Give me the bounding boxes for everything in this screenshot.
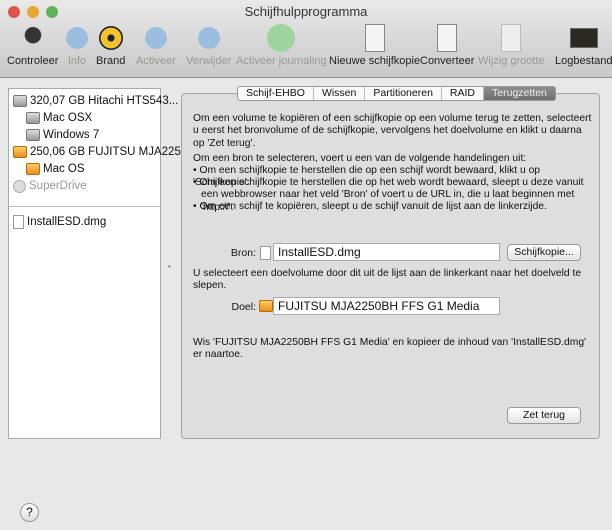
bullet-3: • Om een schijf te kopiëren, sleept u de… (193, 201, 547, 212)
info-icon (66, 27, 88, 49)
volume-icon (26, 129, 40, 141)
restore-button[interactable]: Zet terug (507, 407, 581, 424)
toolbar-logbestand[interactable]: Logbestand (555, 24, 612, 67)
toolbar-activeer-journaling[interactable]: Activeer journaling (236, 24, 327, 67)
optical-drive-icon (13, 179, 26, 193)
splitter-handle[interactable]: • (168, 262, 171, 271)
external-disk-icon (13, 146, 27, 158)
toolbar-wijzig-grootte[interactable]: Wijzig grootte (478, 24, 545, 67)
mount-icon (144, 27, 167, 49)
summary-text: Wis 'FUJITSU MJA2250BH FFS G1 Media' en … (193, 337, 587, 361)
source-field[interactable]: InstallESD.dmg (273, 243, 500, 261)
source-label: Bron: (230, 247, 256, 259)
list-item[interactable]: Mac OS (26, 160, 85, 178)
tab-wissen[interactable]: Wissen (314, 87, 366, 100)
volume-icon (26, 112, 40, 124)
burn-icon (98, 26, 123, 50)
howto-text: Om een bron te selecteren, voert u een v… (193, 153, 527, 164)
list-item[interactable]: 320,07 GB Hitachi HTS543... (13, 92, 178, 110)
microscope-icon (18, 24, 47, 52)
list-item[interactable]: SuperDrive (13, 177, 87, 195)
journaling-icon (267, 24, 296, 52)
eject-icon (197, 27, 220, 49)
tab-bar: Schijf-EHBO Wissen Partitioneren RAID Te… (237, 86, 556, 101)
toolbar-converteer[interactable]: Converteer (420, 24, 474, 67)
dest-label: Doel: (231, 301, 256, 313)
destination-field[interactable]: FUJITSU MJA2250BH FFS G1 Media (273, 297, 500, 315)
tab-raid[interactable]: RAID (442, 87, 485, 100)
external-disk-icon (259, 300, 273, 312)
tab-schijf-ehbo[interactable]: Schijf-EHBO (238, 87, 314, 100)
title-bar: Schijfhulpprogramma Controleer Info Bran… (0, 0, 612, 78)
image-button[interactable]: Schijfkopie... (507, 244, 581, 261)
resize-icon (501, 24, 522, 52)
disk-image-icon (13, 215, 24, 229)
window-title: Schijfhulpprogramma (244, 4, 368, 19)
toolbar-brand[interactable]: Brand (96, 24, 125, 67)
convert-icon (437, 24, 458, 52)
intro-text: Om een volume te kopiëren of een schijfk… (193, 113, 592, 149)
toolbar-controleer[interactable]: Controleer (7, 24, 58, 67)
list-item[interactable]: Mac OSX (26, 109, 92, 127)
log-icon (569, 28, 598, 48)
toolbar-verwijder[interactable]: Verwijder (186, 24, 231, 67)
hard-disk-icon (13, 95, 27, 107)
tab-terugzetten[interactable]: Terugzetten (484, 87, 555, 100)
toolbar-activeer[interactable]: Activeer (136, 24, 176, 67)
list-item[interactable]: 250,06 GB FUJITSU MJA225... (13, 143, 190, 161)
list-item[interactable]: InstallESD.dmg (13, 213, 106, 231)
help-button[interactable]: ? (20, 503, 39, 522)
divider (9, 206, 160, 207)
toolbar-info[interactable]: Info (66, 24, 88, 67)
disk-image-icon (260, 246, 271, 260)
dest-hint: U selecteert een doelvolume door dit uit… (193, 268, 582, 292)
volume-list[interactable]: 320,07 GB Hitachi HTS543... Mac OSX Wind… (8, 88, 190, 439)
tab-partitioneren[interactable]: Partitioneren (365, 87, 442, 100)
toolbar-nieuwe-schijfkopie[interactable]: Nieuwe schijfkopie (329, 24, 420, 67)
new-image-icon (364, 24, 385, 52)
list-item[interactable]: Windows 7 (26, 126, 99, 144)
volume-icon (26, 163, 40, 175)
